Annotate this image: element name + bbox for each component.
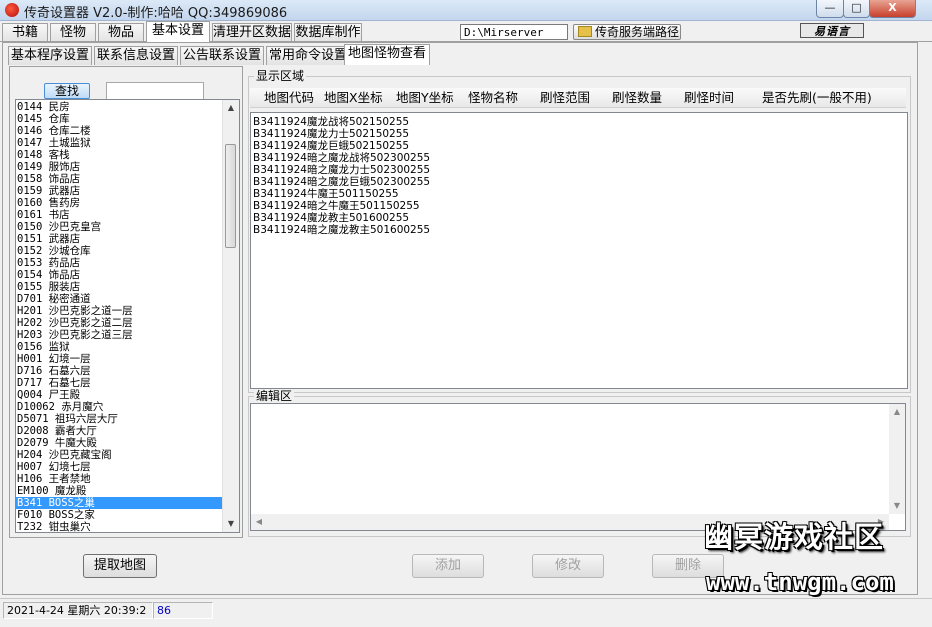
tab-clear-server-data[interactable]: 清理开区数据	[212, 23, 292, 42]
window-title: 传奇设置器 V2.0-制作:哈哈 QQ:349869086	[24, 6, 288, 21]
display-line: B3411924暗之魔龙战将502300255	[253, 152, 431, 164]
title-bar: 传奇设置器 V2.0-制作:哈哈 QQ:349869086	[0, 0, 932, 21]
subtab-notice-contact[interactable]: 公告联系设置	[180, 46, 264, 65]
display-group-legend: 显示区域	[254, 69, 307, 83]
scroll-up-icon[interactable]: ▲	[223, 100, 239, 116]
list-item[interactable]: 0150 沙巴克皇宫	[16, 221, 225, 233]
search-button[interactable]: 查找	[44, 83, 90, 99]
col-spawn-time: 刷怪时间	[684, 90, 735, 105]
close-button[interactable]: X	[869, 0, 916, 18]
list-item[interactable]: H007 幻境七层	[16, 461, 225, 473]
display-line: B3411924魔龙巨蛾502150255	[253, 140, 410, 152]
list-item[interactable]: D2079 牛魔大殿	[16, 437, 225, 449]
col-spawn-range: 刷怪范围	[540, 90, 591, 105]
scroll-down-icon[interactable]: ▼	[223, 516, 239, 532]
list-item[interactable]: 0160 售药房	[16, 197, 225, 209]
tab-items[interactable]: 物品	[98, 23, 144, 42]
display-line: B3411924魔龙教主501600255	[253, 212, 410, 224]
list-item[interactable]: 0145 仓库	[16, 113, 225, 125]
server-path-button-label: 传奇服务端路径	[595, 25, 680, 39]
list-item[interactable]: 0152 沙城仓库	[16, 245, 225, 257]
list-item[interactable]: 0144 民房	[16, 101, 225, 113]
col-map-x: 地图X坐标	[324, 90, 383, 105]
server-path-button[interactable]: 传奇服务端路径	[573, 24, 681, 40]
server-path-field[interactable]: D:\Mirserver	[460, 24, 568, 40]
display-line: B3411924魔龙战将502150255	[253, 116, 410, 128]
list-item[interactable]: D717 石墓七层	[16, 377, 225, 389]
logo: 易语言	[800, 23, 864, 38]
edit-group-legend: 编辑区	[254, 389, 295, 403]
list-item[interactable]: 0153 药品店	[16, 257, 225, 269]
map-list-scrollbar[interactable]: ▲ ▼	[222, 100, 239, 532]
list-item[interactable]: H106 王者禁地	[16, 473, 225, 485]
watermark: 幽冥游戏社区 www.tnwgm.com	[700, 512, 932, 626]
display-line: B3411924暗之魔龙力士502300255	[253, 164, 431, 176]
list-item[interactable]: EM100 魔龙殿	[16, 485, 225, 497]
add-button[interactable]: 添加	[412, 554, 484, 578]
tab-database[interactable]: 数据库制作	[294, 23, 362, 42]
subtab-map-monsters[interactable]: 地图怪物查看	[344, 44, 430, 65]
edit-scroll-left-icon[interactable]: ◀	[251, 514, 267, 530]
list-item[interactable]: H203 沙巴克影之道三层	[16, 329, 225, 341]
tab-monsters[interactable]: 怪物	[50, 23, 96, 42]
app-icon	[5, 3, 19, 17]
display-area[interactable]: B3411924魔龙战将502150255 B3411924魔龙力士5021502…	[250, 112, 908, 389]
list-item[interactable]: 0149 服饰店	[16, 161, 225, 173]
modify-button[interactable]: 修改	[532, 554, 604, 578]
display-line: B3411924暗之魔龙巨蛾502300255	[253, 176, 431, 188]
col-spawn-count: 刷怪数量	[612, 90, 663, 105]
list-item[interactable]: 0148 客栈	[16, 149, 225, 161]
list-item[interactable]: 0154 饰品店	[16, 269, 225, 281]
list-item[interactable]: T232 钳虫巢穴	[16, 521, 225, 532]
subtab-common-commands[interactable]: 常用命令设置	[266, 46, 350, 65]
list-item[interactable]: D5071 祖玛六层大厅	[16, 413, 225, 425]
edit-vscroll[interactable]: ▲ ▼	[889, 404, 905, 514]
list-item[interactable]: D10062 赤月魔穴	[16, 401, 225, 413]
col-monster-name: 怪物名称	[468, 90, 519, 105]
list-item[interactable]: 0147 土城监狱	[16, 137, 225, 149]
list-item[interactable]: H204 沙巴克藏宝阁	[16, 449, 225, 461]
tab-basic-settings[interactable]: 基本设置	[146, 21, 210, 42]
list-item[interactable]: H202 沙巴克影之道二层	[16, 317, 225, 329]
list-item[interactable]: B341 BOSS之巢	[16, 497, 225, 509]
col-map-code: 地图代码	[264, 90, 315, 105]
watermark-url: www.tnwgm.com	[706, 568, 894, 596]
list-item[interactable]: H201 沙巴克影之道一层	[16, 305, 225, 317]
display-line: B3411924暗之魔龙教主501600255	[253, 224, 431, 236]
list-item[interactable]: D701 秘密通道	[16, 293, 225, 305]
status-datetime: 2021-4-24 星期六 20:39:2	[3, 602, 153, 619]
folder-icon	[578, 26, 592, 37]
list-item[interactable]: 0155 服装店	[16, 281, 225, 293]
subtab-basic-program[interactable]: 基本程序设置	[8, 46, 92, 65]
display-line: B3411924魔龙力士502150255	[253, 128, 410, 140]
minimize-button[interactable]: —	[816, 0, 844, 18]
list-item[interactable]: 0158 饰品店	[16, 173, 225, 185]
display-line: B3411924牛魔王501150255	[253, 188, 399, 200]
scroll-thumb[interactable]	[225, 144, 236, 248]
list-item[interactable]: 0161 书店	[16, 209, 225, 221]
tab-books[interactable]: 书籍	[2, 23, 48, 42]
list-item[interactable]: 0156 监狱	[16, 341, 225, 353]
col-spawn-first: 是否先刷(一般不用)	[762, 90, 872, 105]
list-item[interactable]: H001 幻境一层	[16, 353, 225, 365]
maximize-button[interactable]: □	[843, 0, 870, 18]
list-item[interactable]: Q004 尸王殿	[16, 389, 225, 401]
map-list[interactable]: 0144 民房 0145 仓库 0146 仓库二楼 0147 土城监狱 0148 客栈 0…	[15, 99, 240, 533]
status-extra: 86	[153, 602, 213, 619]
display-line: B3411924暗之牛魔王501150255	[253, 200, 420, 212]
list-item[interactable]: 0159 武器店	[16, 185, 225, 197]
subtab-contact-info[interactable]: 联系信息设置	[94, 46, 178, 65]
list-item[interactable]: D2008 霸者大厅	[16, 425, 225, 437]
list-item[interactable]: 0151 武器店	[16, 233, 225, 245]
list-item[interactable]: D716 石墓六层	[16, 365, 225, 377]
col-map-y: 地图Y坐标	[396, 90, 454, 105]
edit-scroll-up-icon[interactable]: ▲	[889, 404, 905, 420]
list-item[interactable]: 0146 仓库二楼	[16, 125, 225, 137]
extract-map-button[interactable]: 提取地图	[83, 554, 157, 578]
watermark-title: 幽冥游戏社区	[704, 520, 885, 554]
column-header: 地图代码 地图X坐标 地图Y坐标 怪物名称 刷怪范围 刷怪数量 刷怪时间 是否先…	[250, 88, 906, 108]
search-input[interactable]	[106, 82, 204, 100]
list-item[interactable]: F010 BOSS之家	[16, 509, 225, 521]
